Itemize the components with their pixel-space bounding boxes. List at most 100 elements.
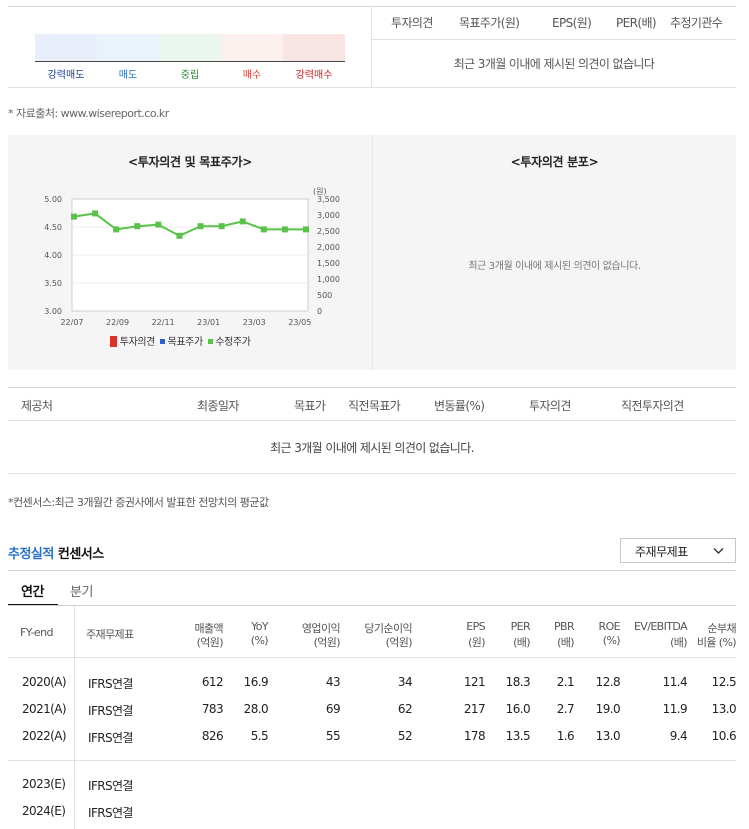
est-cell-yoy: 16.9 [243, 675, 269, 689]
estimates-title: 추정실적 컨센서스 [8, 543, 104, 562]
est-col-header-roe-unit: (%) [602, 634, 621, 647]
charts-divider [372, 135, 373, 370]
right-axis-tick: 1,000 [317, 275, 340, 284]
chart-right-title: <투자의견 분포> [510, 155, 599, 169]
source-note: * 자료출처: www.wisereport.co.kr [8, 107, 169, 120]
est-cell-roe: 12.8 [595, 675, 621, 689]
est-cell-fy-end: 2023(E) [22, 777, 66, 791]
price-series-point [260, 226, 267, 233]
est-cell-roe: 13.0 [595, 729, 621, 743]
est-cell-net-income: 52 [397, 729, 413, 743]
est-col-header-yoy: YoY [251, 620, 269, 633]
x-axis-tick: 22/11 [152, 318, 175, 327]
est-cell-statement-type: IFRS연결 [88, 731, 133, 745]
tab-quarterly[interactable]: 분기 [70, 581, 93, 600]
x-axis-tick: 23/03 [243, 318, 266, 327]
est-col-header-pbr: PBR [553, 620, 575, 633]
tabs-top-border [8, 570, 736, 571]
col-header-estimators: 추정기관수 [670, 16, 723, 30]
estimates-title-accent: 추정실적 [8, 547, 54, 562]
right-axis-tick: 0 [317, 307, 322, 316]
price-series-point [155, 221, 162, 228]
legend-price-swatch [207, 339, 213, 344]
scale-label-strong-sell: 강력매도 [47, 70, 85, 81]
right-axis-tick: 3,000 [317, 211, 340, 220]
right-axis-unit: (원) [313, 187, 327, 196]
est-cell-eps: 217 [463, 702, 486, 716]
est-col-header-net-debt-ratio-unit: 비율 (%) [696, 636, 737, 649]
left-axis-tick: 4.50 [44, 223, 62, 232]
legend-target-swatch [159, 339, 165, 344]
est-col-header-yoy-unit: (%) [250, 634, 269, 647]
opinion-header-divider [372, 39, 736, 40]
left-axis-tick: 4.00 [44, 251, 62, 260]
est-cell-pbr: 2.1 [556, 675, 575, 689]
estimates-title-rest: 컨센서스 [57, 547, 104, 562]
scale-segment-strong-sell [35, 34, 97, 62]
chart-legend: 투자의견 목표주가 수정주가 [110, 333, 251, 348]
est-col-header-statement-type: 주재무제표 [86, 628, 134, 641]
est-cell-operating-profit: 69 [325, 702, 341, 716]
x-axis-tick: 23/01 [197, 318, 220, 327]
est-col-header-pbr-unit: (배) [557, 636, 575, 649]
legend-target-label: 목표주가 [167, 337, 204, 348]
est-col-header-eps: EPS [466, 620, 485, 633]
scale-segment-neutral [159, 34, 221, 62]
est-cell-net-income: 34 [397, 675, 413, 689]
right-axis-tick: 2,500 [317, 227, 340, 236]
top-bottom-border [8, 87, 736, 88]
col-header-per: PER(배) [616, 16, 657, 30]
est-cell-per: 13.5 [505, 729, 531, 743]
scale-label-buy: 매수 [242, 70, 262, 81]
est-col-header-revenue-unit: (억원) [196, 636, 224, 649]
col-header-target: 목표가 [294, 399, 326, 413]
est-cell-per: 18.3 [505, 675, 531, 689]
est-col-header-per: PER [510, 620, 531, 633]
scale-segment-strong-buy [283, 34, 345, 62]
col-header-provider: 제공처 [21, 399, 53, 413]
scale-segment-buy [221, 34, 283, 62]
col-header-target-price: 목표주가(원) [459, 16, 520, 30]
top-border [8, 6, 736, 7]
tabs-bottom-border [8, 605, 736, 606]
financial-statement-select[interactable]: 주재무제표 [620, 538, 736, 563]
col-header-opinion: 투자의견 [391, 16, 433, 30]
estimates-actual-divider [8, 760, 736, 761]
col-header-change-rate: 변동률(%) [434, 399, 485, 413]
right-axis-tick: 3,500 [317, 195, 340, 204]
est-cell-statement-type: IFRS연결 [88, 677, 133, 691]
price-series-point [197, 223, 204, 230]
scale-segment-sell [97, 34, 159, 62]
scale-label-neutral: 중립 [180, 70, 200, 81]
est-cell-revenue: 783 [201, 702, 224, 716]
x-axis-tick: 22/07 [60, 318, 83, 327]
est-cell-pbr: 1.6 [556, 729, 575, 743]
est-cell-operating-profit: 55 [325, 729, 341, 743]
chevron-down-icon [713, 548, 724, 554]
est-cell-per: 16.0 [505, 702, 531, 716]
distribution-empty-message: 최근 3개월 이내에 제시된 의견이 없습니다. [468, 261, 641, 272]
x-axis-tick: 22/09 [106, 318, 129, 327]
est-cell-net-debt-ratio: 10.6 [711, 729, 737, 743]
left-axis-tick: 3.50 [44, 279, 62, 288]
x-axis-tick: 23/05 [288, 318, 311, 327]
est-cell-ev-ebitda: 9.4 [669, 729, 688, 743]
tab-annual[interactable]: 연간 [21, 581, 44, 600]
est-cell-operating-profit: 43 [325, 675, 341, 689]
est-cell-eps: 121 [463, 675, 486, 689]
right-axis-tick: 1,500 [317, 259, 340, 268]
est-col-header-operating-profit-unit: (억원) [313, 636, 341, 649]
est-cell-net-debt-ratio: 13.0 [711, 702, 737, 716]
est-cell-statement-type: IFRS연결 [88, 704, 133, 718]
est-col-header-roe: ROE [598, 620, 621, 633]
est-col-header-ev-ebitda-unit: (배) [670, 636, 688, 649]
est-cell-net-income: 62 [397, 702, 413, 716]
estimates-header-divider [8, 657, 736, 658]
est-cell-net-debt-ratio: 12.5 [711, 675, 737, 689]
est-cell-statement-type: IFRS연결 [88, 779, 133, 793]
est-cell-yoy: 28.0 [243, 702, 269, 716]
est-cell-fy-end: 2024(E) [22, 804, 66, 818]
col-header-eps: EPS(원) [552, 16, 592, 30]
left-axis-tick: 5.00 [44, 195, 62, 204]
price-series-point [303, 226, 309, 233]
